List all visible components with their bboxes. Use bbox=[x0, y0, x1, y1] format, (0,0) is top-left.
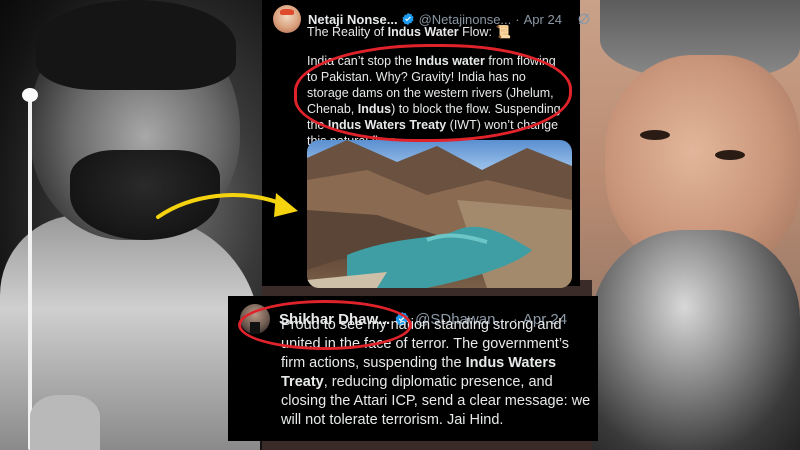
tweet-text-bottom: Proud to see my nation standing strong a… bbox=[281, 316, 593, 430]
tweet-text-bold: Indus water bbox=[415, 54, 485, 68]
earphone-cord bbox=[28, 95, 32, 450]
right-person-eye-left bbox=[640, 130, 670, 140]
avatar[interactable] bbox=[273, 5, 301, 33]
tweet-title: The Reality of Indus Water Flow: 📜 bbox=[307, 24, 572, 40]
left-person-hand bbox=[30, 395, 100, 450]
earphone-bud bbox=[22, 88, 38, 102]
scroll-emoji-icon: 📜 bbox=[495, 25, 512, 39]
tweet-card-bottom[interactable]: Shikhar Dhaw... @SDhawan... · Apr 24 Pro… bbox=[228, 296, 598, 441]
right-person-beard bbox=[590, 230, 800, 450]
grok-icon[interactable] bbox=[576, 11, 592, 27]
title-prefix: The Reality of bbox=[307, 25, 388, 39]
tweet-text-bold: Indus bbox=[357, 102, 392, 116]
title-bold: Indus Water bbox=[387, 25, 459, 39]
river-landscape-image bbox=[307, 140, 572, 288]
tweet-text-top: India can’t stop the Indus water from fl… bbox=[307, 53, 569, 149]
left-person-hair bbox=[36, 0, 236, 90]
tweet-photo-river-confluence[interactable] bbox=[307, 140, 572, 288]
avatar[interactable] bbox=[240, 304, 270, 334]
title-suffix: Flow: bbox=[458, 25, 493, 39]
tweet-text-segment: India can’t stop the bbox=[307, 54, 416, 68]
tweet-text-bold: Indus Waters Treaty bbox=[327, 118, 447, 132]
tweet-text-segment: , reducing diplomatic presence, and clos… bbox=[281, 374, 591, 428]
right-person-eye-right bbox=[715, 150, 745, 160]
yellow-arrow-icon bbox=[156, 193, 298, 219]
